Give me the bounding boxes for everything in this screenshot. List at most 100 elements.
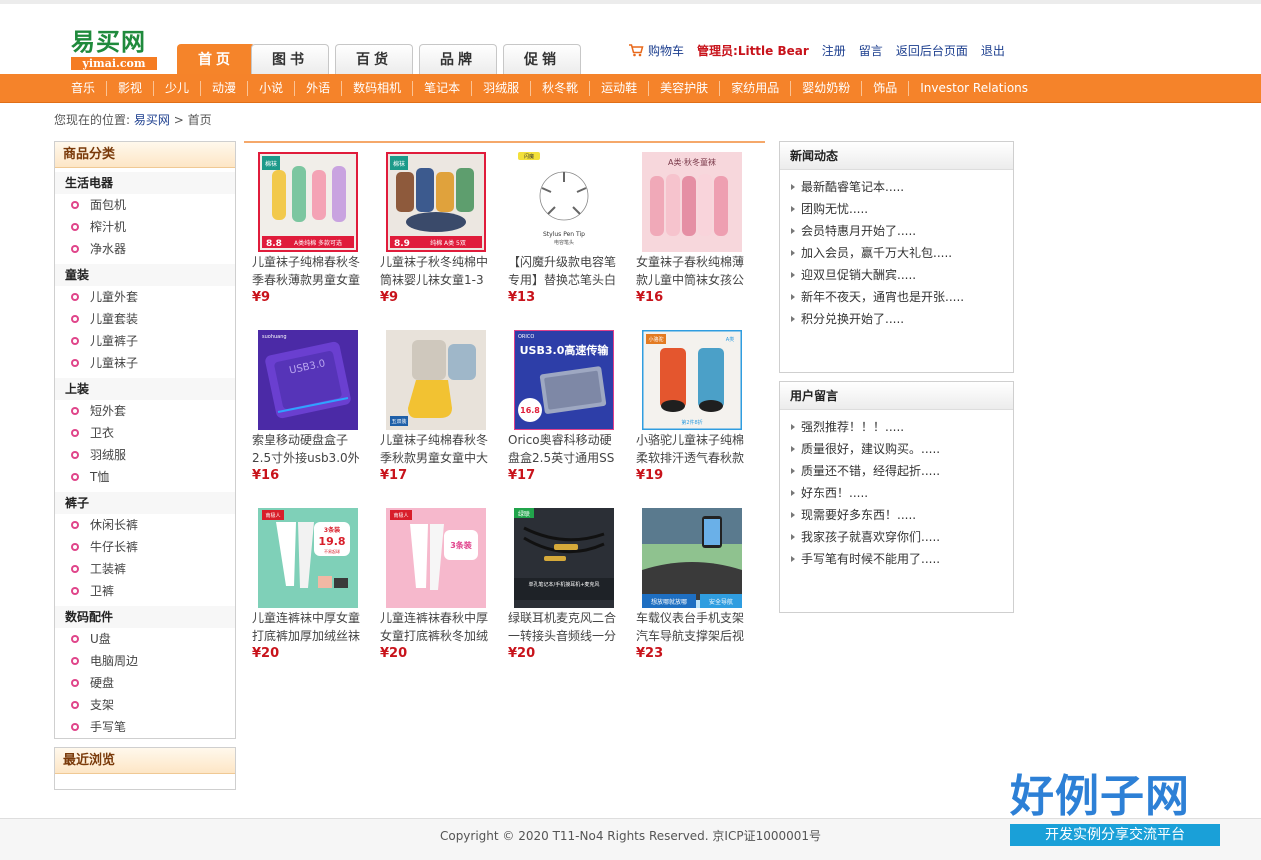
breadcrumb-home[interactable]: 易买网 [134, 113, 170, 127]
product-name[interactable]: 儿童连裤袜春秋中厚女童打底裤秋冬加绒 [380, 609, 492, 645]
nav-item-investor-relations[interactable]: Investor Relations [909, 81, 1039, 96]
tab-promotions[interactable]: 促销 [503, 44, 581, 74]
product-card[interactable]: ORICO USB3.0高速传输 16.8 Orico奥睿科移动硬盘盒2.5英寸… [508, 330, 620, 485]
category-item[interactable]: 工装裤 [55, 558, 235, 580]
product-card[interactable]: 棉袜 8.8 A类纯棉 多款可选 儿童袜子纯棉春秋冬季春秋薄款男童女童 ¥9 [252, 152, 364, 307]
message-link[interactable]: 留言 [859, 42, 883, 59]
product-name[interactable]: 儿童袜子纯棉春秋冬季春秋薄款男童女童 [252, 253, 364, 289]
nav-item-jewelry[interactable]: 饰品 [862, 81, 910, 96]
tab-department-store[interactable]: 百货 [335, 44, 413, 74]
site-logo[interactable]: 易买网 yimai.com [71, 28, 159, 72]
message-item[interactable]: 手写笔有时候不能用了..... [780, 548, 1013, 570]
product-image[interactable]: A类·秋冬童袜 [642, 152, 742, 252]
nav-item-novel[interactable]: 小说 [248, 81, 296, 96]
category-item[interactable]: 儿童袜子 [55, 352, 235, 374]
product-card[interactable]: 绿联 单孔笔记本/手机接耳机+麦克风 绿联耳机麦克风二合一转接头音频线一分 ¥2… [508, 508, 620, 663]
news-item[interactable]: 新年不夜天，通宵也是开张..... [780, 286, 1013, 308]
product-image[interactable]: suohuang USB3.0 [258, 330, 358, 430]
category-item[interactable]: 儿童套装 [55, 308, 235, 330]
category-item[interactable]: 电脑周边 [55, 650, 235, 672]
category-item[interactable]: 面包机 [55, 194, 235, 216]
tab-books[interactable]: 图书 [251, 44, 329, 74]
category-item[interactable]: 净水器 [55, 238, 235, 260]
product-card[interactable]: 南极人 3条装 19.8 不易起球 儿童连裤袜中厚女童打底裤加厚加绒丝袜 ¥20 [252, 508, 364, 663]
cart-link[interactable]: 购物车 [648, 42, 684, 59]
nav-item-baby-formula[interactable]: 婴幼奶粉 [791, 81, 863, 96]
product-name[interactable]: 车载仪表台手机支架汽车导航支撑架后视 [636, 609, 748, 645]
nav-item-language[interactable]: 外语 [295, 81, 343, 96]
nav-item-film[interactable]: 影视 [107, 81, 155, 96]
category-group-title[interactable]: 裤子 [55, 492, 235, 514]
category-item[interactable]: 牛仔长裤 [55, 536, 235, 558]
register-link[interactable]: 注册 [822, 42, 846, 59]
backend-link[interactable]: 返回后台页面 [896, 42, 968, 59]
product-card[interactable]: 五双装 儿童袜子纯棉春秋冬季秋款男童女童中大 ¥17 [380, 330, 492, 485]
category-group-title[interactable]: 生活电器 [55, 172, 235, 194]
news-item[interactable]: 迎双旦促销大酬宾..... [780, 264, 1013, 286]
message-item[interactable]: 现需要好多东西！..... [780, 504, 1013, 526]
category-item[interactable]: 卫衣 [55, 422, 235, 444]
message-item[interactable]: 好东西！..... [780, 482, 1013, 504]
category-item[interactable]: 休闲长裤 [55, 514, 235, 536]
category-item[interactable]: 短外套 [55, 400, 235, 422]
message-item[interactable]: 质量很好，建议购买。..... [780, 438, 1013, 460]
message-item[interactable]: 我家孩子就喜欢穿你们..... [780, 526, 1013, 548]
product-name[interactable]: 【闪魔升级款电容笔专用】替换芯笔头白 [508, 253, 620, 289]
category-item[interactable]: 硬盘 [55, 672, 235, 694]
tab-brands[interactable]: 品牌 [419, 44, 497, 74]
category-item[interactable]: U盘 [55, 628, 235, 650]
product-name[interactable]: Orico奥睿科移动硬盘盒2.5英寸通用SS [508, 431, 620, 467]
product-card[interactable]: suohuang USB3.0 索皇移动硬盘盒子2.5寸外接usb3.0外置 ¥… [252, 330, 364, 485]
nav-item-music[interactable]: 音乐 [60, 81, 108, 96]
logout-link[interactable]: 退出 [981, 42, 1005, 59]
category-item[interactable]: T恤 [55, 466, 235, 488]
product-image[interactable]: 五双装 [386, 330, 486, 430]
category-item[interactable]: 儿童裤子 [55, 330, 235, 352]
product-image[interactable]: 绿联 单孔笔记本/手机接耳机+麦克风 [514, 508, 614, 608]
product-card[interactable]: A类·秋冬童袜 女童袜子春秋纯棉薄款儿童中筒袜女孩公 ¥16 [636, 152, 748, 307]
news-item[interactable]: 加入会员，赢千万大礼包..... [780, 242, 1013, 264]
category-item[interactable]: 榨汁机 [55, 216, 235, 238]
product-image[interactable]: 闪魔 Stylus Pen Tip 电容笔头 [514, 152, 614, 252]
product-name[interactable]: 儿童袜子秋冬纯棉中筒袜婴儿袜女童1-3 [380, 253, 492, 289]
nav-item-laptop[interactable]: 笔记本 [413, 81, 473, 96]
nav-item-boots[interactable]: 秋冬靴 [531, 81, 591, 96]
product-image[interactable]: 棉袜 8.8 A类纯棉 多款可选 [258, 152, 358, 252]
category-item[interactable]: 支架 [55, 694, 235, 716]
category-item[interactable]: 手写笔 [55, 716, 235, 738]
product-name[interactable]: 索皇移动硬盘盒子2.5寸外接usb3.0外置 [252, 431, 364, 467]
category-item[interactable]: 卫裤 [55, 580, 235, 602]
news-item[interactable]: 积分兑换开始了..... [780, 308, 1013, 330]
product-image[interactable]: 小骆驼 A类 第2件8折 [642, 330, 742, 430]
tab-home[interactable]: 首页 [177, 44, 255, 74]
category-group-title[interactable]: 数码配件 [55, 606, 235, 628]
product-image[interactable]: 南极人 3条装 [386, 508, 486, 608]
nav-item-home-textile[interactable]: 家纺用品 [720, 81, 792, 96]
product-card[interactable]: 小骆驼 A类 第2件8折 小骆驼儿童袜子纯棉柔软排汗透气春秋款 ¥19 [636, 330, 748, 485]
news-item[interactable]: 团购无忧..... [780, 198, 1013, 220]
category-item[interactable]: 羽绒服 [55, 444, 235, 466]
product-name[interactable]: 儿童连裤袜中厚女童打底裤加厚加绒丝袜 [252, 609, 364, 645]
nav-item-camera[interactable]: 数码相机 [342, 81, 414, 96]
news-item[interactable]: 最新酷睿笔记本..... [780, 176, 1013, 198]
nav-item-anime[interactable]: 动漫 [201, 81, 249, 96]
product-card[interactable]: 闪魔 Stylus Pen Tip 电容笔头 【闪魔升级款电容笔专用】替换芯笔头… [508, 152, 620, 307]
product-card[interactable]: 南极人 3条装 儿童连裤袜春秋中厚女童打底裤秋冬加绒 ¥20 [380, 508, 492, 663]
nav-item-down-jacket[interactable]: 羽绒服 [472, 81, 532, 96]
category-item[interactable]: 儿童外套 [55, 286, 235, 308]
product-name[interactable]: 小骆驼儿童袜子纯棉柔软排汗透气春秋款 [636, 431, 748, 467]
product-name[interactable]: 绿联耳机麦克风二合一转接头音频线一分 [508, 609, 620, 645]
category-group-title[interactable]: 上装 [55, 378, 235, 400]
nav-item-skincare[interactable]: 美容护肤 [649, 81, 721, 96]
product-image[interactable]: ORICO USB3.0高速传输 16.8 [514, 330, 614, 430]
product-name[interactable]: 儿童袜子纯棉春秋冬季秋款男童女童中大 [380, 431, 492, 467]
category-group-title[interactable]: 童装 [55, 264, 235, 286]
nav-item-kids[interactable]: 少儿 [154, 81, 202, 96]
product-image[interactable]: 棉袜 8.9 纯棉 A类 5双 [386, 152, 486, 252]
product-image[interactable]: 想放哪就放哪 安全导航 [642, 508, 742, 608]
product-name[interactable]: 女童袜子春秋纯棉薄款儿童中筒袜女孩公 [636, 253, 748, 289]
news-item[interactable]: 会员特惠月开始了..... [780, 220, 1013, 242]
nav-item-sneakers[interactable]: 运动鞋 [590, 81, 650, 96]
product-image[interactable]: 南极人 3条装 19.8 不易起球 [258, 508, 358, 608]
message-item[interactable]: 强烈推荐！！！..... [780, 416, 1013, 438]
